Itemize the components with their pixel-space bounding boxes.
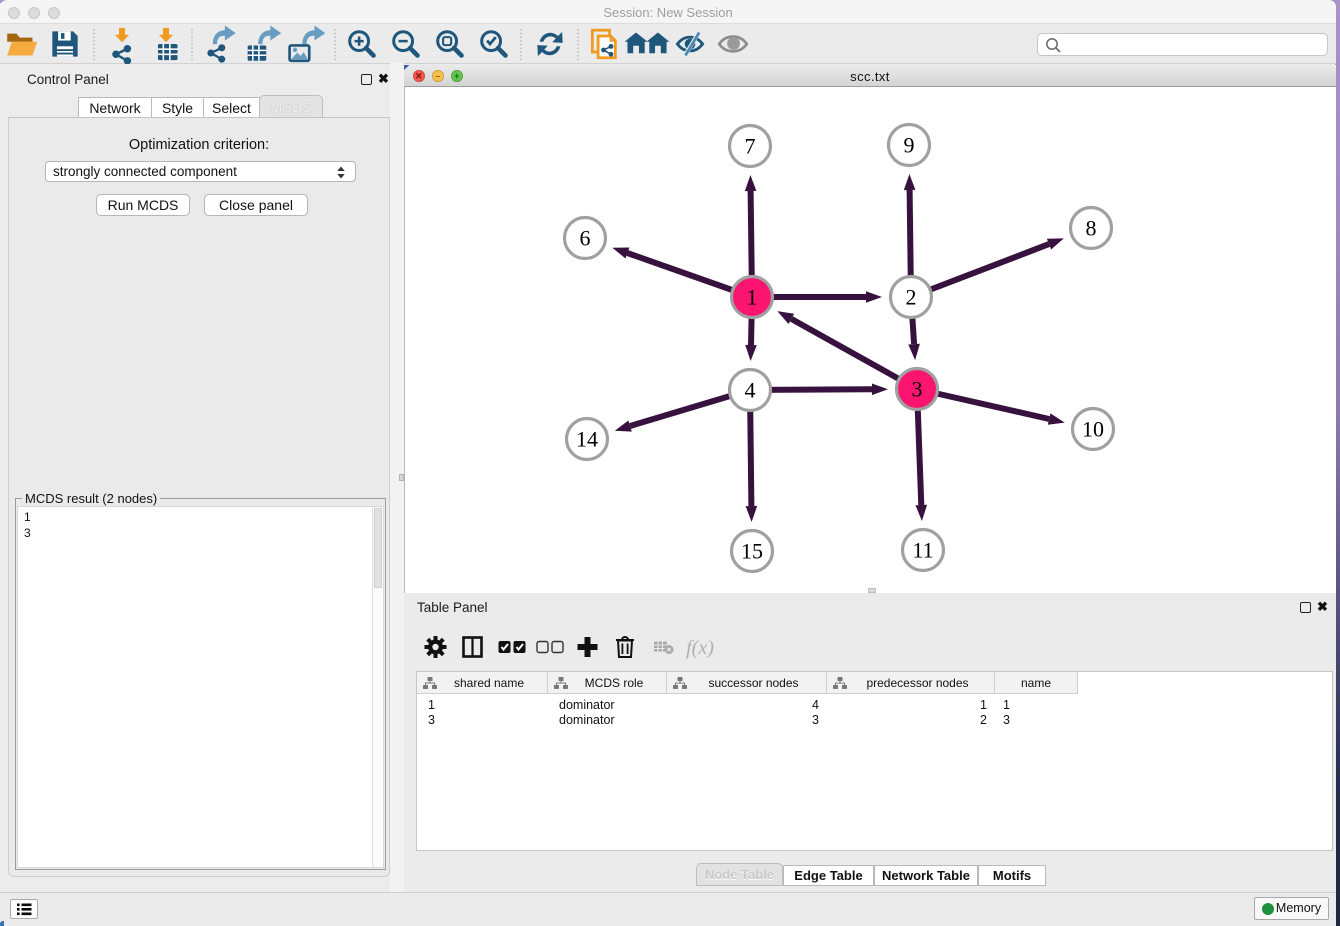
svg-text:4: 4 — [745, 378, 756, 403]
svg-text:7: 7 — [745, 134, 756, 159]
svg-text:10: 10 — [1082, 417, 1104, 442]
svg-text:14: 14 — [576, 427, 598, 452]
svg-text:8: 8 — [1086, 216, 1097, 241]
svg-text:11: 11 — [912, 538, 933, 563]
svg-text:2: 2 — [906, 285, 917, 310]
svg-text:9: 9 — [904, 133, 915, 158]
svg-text:f(x): f(x) — [686, 637, 714, 659]
svg-text:1: 1 — [747, 285, 758, 310]
svg-text:15: 15 — [741, 539, 763, 564]
svg-text:3: 3 — [912, 377, 923, 402]
svg-text:6: 6 — [580, 226, 591, 251]
